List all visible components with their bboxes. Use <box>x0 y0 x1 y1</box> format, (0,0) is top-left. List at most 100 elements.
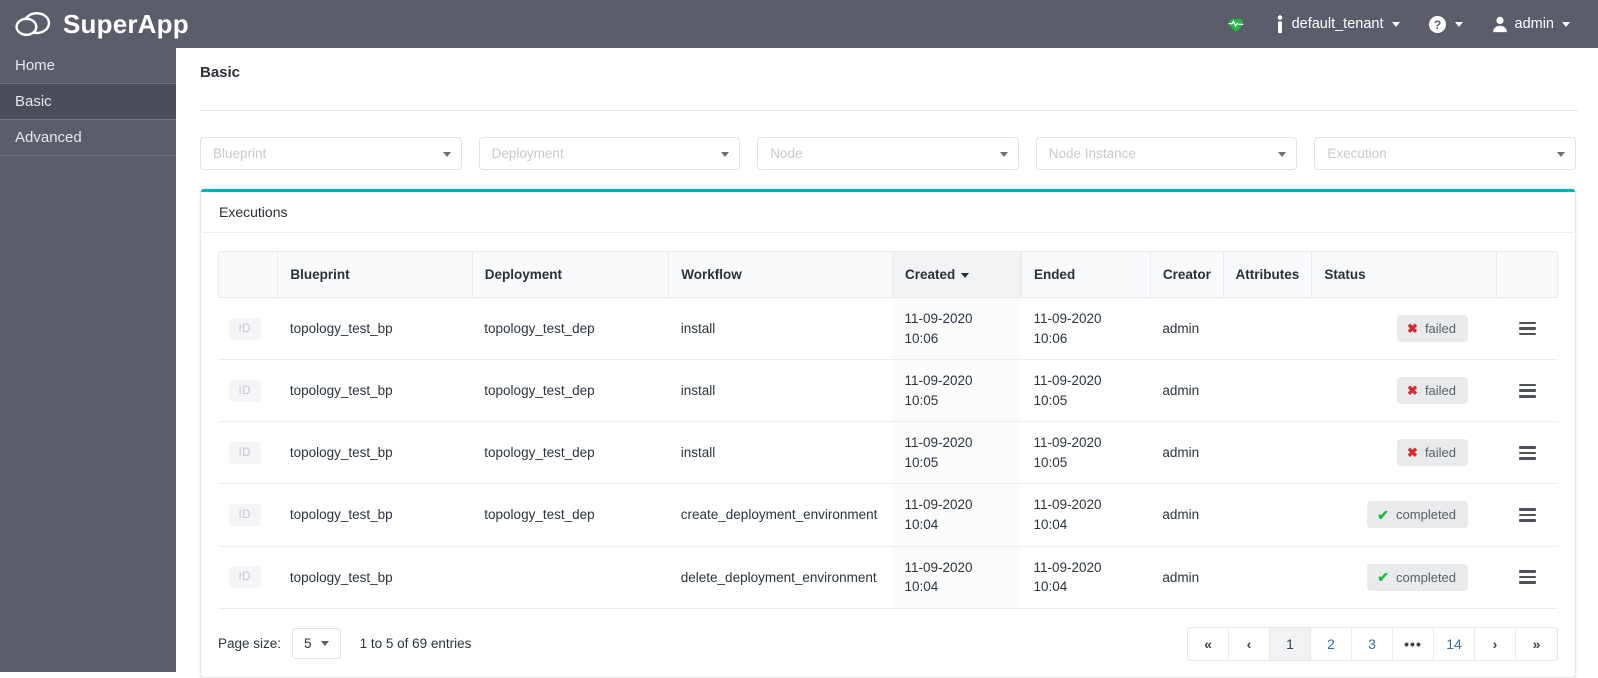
cell-deployment[interactable] <box>472 546 669 609</box>
help-menu[interactable]: ? <box>1414 0 1477 48</box>
status-badge-label: failed <box>1424 321 1457 337</box>
page-3[interactable]: 3 <box>1352 627 1393 660</box>
column-header-created[interactable]: Created <box>892 251 1022 298</box>
cell-attributes <box>1223 483 1312 547</box>
cell-blueprint[interactable]: topology_test_bp <box>277 297 473 361</box>
page-2[interactable]: 2 <box>1311 627 1352 660</box>
table-row[interactable]: ID topology_test_bp delete_deployment_envi… <box>218 546 1558 609</box>
column-header-menu <box>1496 251 1559 298</box>
cell-attributes <box>1223 546 1312 609</box>
cell-attributes <box>1223 297 1312 361</box>
column-header-creator[interactable]: Creator <box>1150 251 1224 298</box>
brand[interactable]: SuperApp <box>0 9 189 40</box>
column-header-id[interactable] <box>217 251 279 298</box>
row-menu-icon[interactable] <box>1508 508 1547 522</box>
cell-created-date: 11-09-2020 <box>904 373 973 389</box>
column-header-workflow[interactable]: Workflow <box>668 251 893 298</box>
cell-id[interactable]: ID <box>218 297 278 361</box>
cell-ended-time: 10:05 <box>1033 454 1068 470</box>
sidebar-item-label: Basic <box>15 93 52 110</box>
cell-created: 11-09-2020 10:04 <box>892 546 1022 609</box>
cell-workflow: install <box>668 297 893 361</box>
cell-menu[interactable] <box>1496 421 1558 485</box>
cell-ended-time: 10:04 <box>1033 579 1068 595</box>
table-row[interactable]: ID topology_test_bp topology_test_dep insta… <box>218 359 1558 423</box>
cell-id[interactable]: ID <box>218 421 278 485</box>
error-icon: ✖ <box>1407 321 1418 337</box>
cell-deployment[interactable]: topology_test_dep <box>472 297 669 361</box>
cell-id[interactable]: ID <box>218 483 278 547</box>
cell-deployment[interactable]: topology_test_dep <box>472 421 669 485</box>
table-row[interactable]: ID topology_test_bp topology_test_dep creat… <box>218 483 1558 547</box>
cell-created-time: 10:06 <box>904 330 939 346</box>
table-row[interactable]: ID topology_test_bp topology_test_dep insta… <box>218 421 1558 485</box>
sidebar-item-basic[interactable]: Basic <box>0 84 176 120</box>
sort-descending-icon <box>961 272 970 278</box>
row-menu-icon[interactable] <box>1508 445 1547 460</box>
column-header-blueprint[interactable]: Blueprint <box>277 251 473 298</box>
row-menu-icon[interactable] <box>1508 383 1547 398</box>
last-page[interactable]: » <box>1516 628 1557 660</box>
chevron-down-icon <box>1278 152 1287 157</box>
cell-menu[interactable] <box>1496 297 1558 361</box>
cell-menu[interactable] <box>1496 483 1558 547</box>
cell-status: ✔ completed <box>1311 483 1497 547</box>
chevron-down-icon <box>1556 152 1565 157</box>
cell-ended-time: 10:05 <box>1033 392 1068 408</box>
status-badge: ✖ failed <box>1397 377 1469 405</box>
cell-id[interactable]: ID <box>218 546 278 609</box>
page-size-label: Page size: <box>218 636 282 652</box>
table-header-row: Blueprint Deployment Workflow Created En… <box>217 251 1559 298</box>
column-header-ended[interactable]: Ended <box>1021 251 1151 298</box>
execution-filter-select[interactable]: Execution <box>1314 137 1576 170</box>
executions-table: Blueprint Deployment Workflow Created En… <box>217 251 1559 609</box>
error-icon: ✖ <box>1407 383 1418 399</box>
first-page[interactable]: « <box>1188 627 1229 660</box>
column-header-created-label: Created <box>905 267 956 282</box>
cell-blueprint[interactable]: topology_test_bp <box>277 421 473 485</box>
page-1[interactable]: 1 <box>1270 627 1311 660</box>
cell-deployment[interactable]: topology_test_dep <box>472 359 669 423</box>
cell-ended-date: 11-09-2020 <box>1033 435 1102 451</box>
table-row[interactable]: ID topology_test_bp topology_test_dep insta… <box>218 297 1558 361</box>
cell-creator: admin <box>1150 421 1224 485</box>
check-icon: ✔ <box>1377 569 1390 586</box>
status-badge: ✔ completed <box>1367 563 1469 591</box>
cell-id[interactable]: ID <box>218 359 278 423</box>
prev-page[interactable]: ‹ <box>1229 627 1270 660</box>
chevron-down-icon <box>1391 21 1400 27</box>
cell-menu[interactable] <box>1496 546 1558 609</box>
cell-blueprint[interactable]: topology_test_bp <box>277 483 473 547</box>
health-status-button[interactable] <box>1212 0 1260 48</box>
column-header-attributes[interactable]: Attributes <box>1223 251 1313 298</box>
deployment-filter-select[interactable]: Deployment <box>478 137 741 170</box>
sidebar-item-home[interactable]: Home <box>0 48 176 84</box>
next-page[interactable]: › <box>1475 627 1516 660</box>
cell-blueprint[interactable]: topology_test_bp <box>277 546 473 609</box>
sidebar: Home Basic Advanced <box>0 48 176 672</box>
column-header-status[interactable]: Status <box>1311 251 1497 298</box>
row-menu-icon[interactable] <box>1508 321 1547 336</box>
id-badge: ID <box>228 566 261 589</box>
sidebar-item-advanced[interactable]: Advanced <box>0 120 176 156</box>
panel-title: Executions <box>202 189 1574 233</box>
status-badge-label: failed <box>1424 445 1457 461</box>
tenant-menu[interactable]: default_tenant <box>1260 0 1414 48</box>
node-filter-select[interactable]: Node <box>757 137 1019 170</box>
question-circle-icon: ? <box>1428 15 1446 33</box>
page-14[interactable]: 14 <box>1434 627 1475 660</box>
chevron-down-icon <box>320 641 329 647</box>
cell-menu[interactable] <box>1496 359 1558 423</box>
row-menu-icon[interactable] <box>1508 570 1547 584</box>
cell-blueprint[interactable]: topology_test_bp <box>277 359 473 423</box>
cell-created-time: 10:05 <box>904 454 939 470</box>
cell-ended: 11-09-2020 10:04 <box>1021 546 1151 609</box>
cell-deployment[interactable]: topology_test_dep <box>472 483 669 547</box>
node-instance-filter-select[interactable]: Node Instance <box>1035 137 1298 170</box>
chevron-down-icon <box>1562 21 1570 27</box>
page-size-select[interactable]: 5 <box>292 628 341 660</box>
blueprint-filter-select[interactable]: Blueprint <box>200 137 462 170</box>
status-badge-wrap: ✖ failed <box>1324 315 1486 343</box>
column-header-deployment[interactable]: Deployment <box>472 251 670 298</box>
user-menu[interactable]: admin <box>1477 0 1585 48</box>
